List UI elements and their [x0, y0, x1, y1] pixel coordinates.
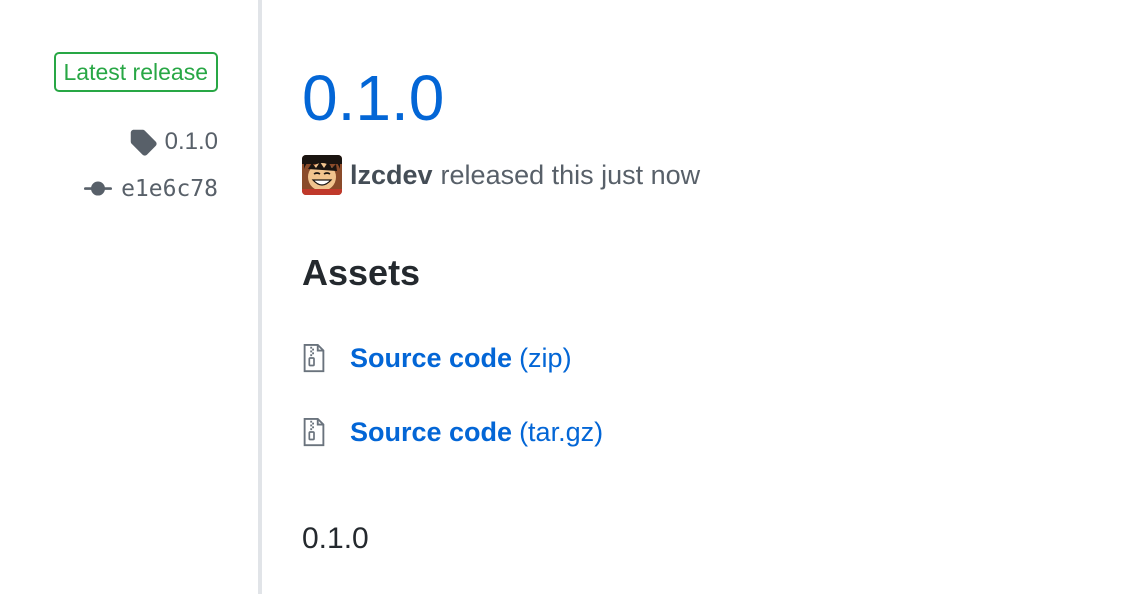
file-zip-icon — [302, 417, 334, 447]
release-title-link[interactable]: 0.1.0 — [302, 60, 444, 136]
asset-name: Source code — [350, 416, 513, 447]
tag-link[interactable]: 0.1.0 — [129, 126, 218, 158]
asset-ext: (tar.gz) — [519, 416, 604, 447]
release-notes-body: 0.1.0 — [302, 522, 369, 555]
author-avatar[interactable] — [302, 155, 342, 195]
asset-source-targz-link[interactable]: Source code (tar.gz) — [302, 414, 603, 450]
asset-source-zip-link[interactable]: Source code (zip) — [302, 340, 572, 376]
git-commit-icon — [83, 175, 113, 203]
latest-release-badge: Latest release — [53, 52, 218, 92]
file-zip-icon — [302, 343, 334, 373]
byline-text: released this just now — [440, 159, 701, 190]
assets-heading: Assets — [302, 252, 421, 293]
asset-ext: (zip) — [519, 342, 572, 373]
author-link[interactable]: lzcdev — [350, 160, 433, 191]
commit-sha: e1e6c78 — [121, 176, 218, 202]
asset-name: Source code — [350, 342, 513, 373]
release-meta-sidebar: Latest release 0.1.0 e1e6c78 — [0, 0, 262, 594]
tag-icon — [129, 128, 157, 156]
commit-link[interactable]: e1e6c78 — [83, 173, 218, 205]
release-page: Latest release 0.1.0 e1e6c78 0.1.0 lzcde… — [0, 0, 1128, 594]
release-byline: lzcdev released this just now — [302, 155, 700, 195]
tag-label: 0.1.0 — [164, 128, 218, 155]
